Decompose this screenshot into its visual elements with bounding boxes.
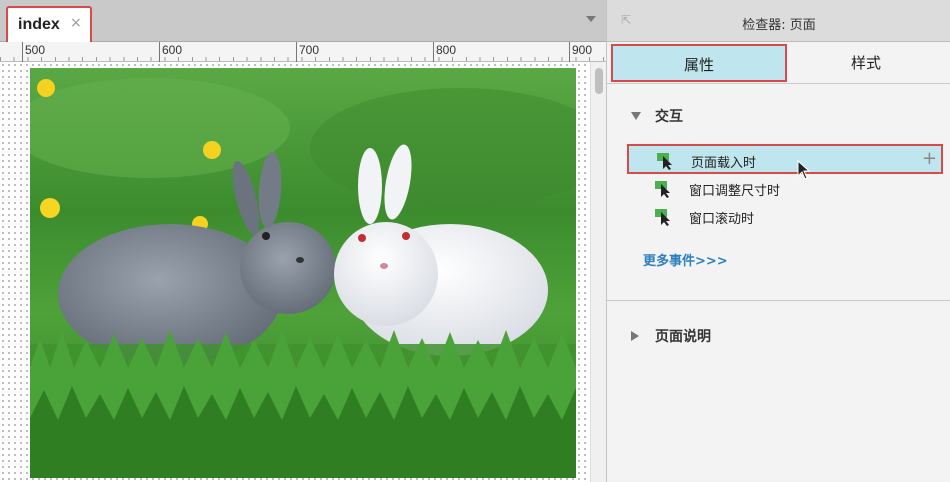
- tab-properties[interactable]: 属性: [611, 44, 787, 82]
- tab-style[interactable]: 样式: [791, 52, 941, 73]
- more-events-link[interactable]: 更多事件>>>: [643, 250, 728, 269]
- event-label: 页面载入时: [691, 156, 757, 171]
- event-item-window-resize[interactable]: 窗口调整尺寸时: [627, 174, 943, 204]
- inspector-title: 检查器: 页面: [742, 18, 816, 33]
- ruler-label: 800: [436, 43, 457, 57]
- add-event-icon[interactable]: +: [922, 148, 937, 169]
- expand-triangle-icon: [631, 112, 641, 120]
- event-label: 窗口调整尺寸时: [689, 184, 781, 199]
- tab-dropdown-icon[interactable]: [586, 16, 596, 22]
- section-divider: [607, 300, 950, 301]
- inspector-header: ⇱ 检查器: 页面: [607, 0, 950, 42]
- ruler-label: 600: [162, 43, 183, 57]
- tab-properties-label: 属性: [683, 56, 714, 74]
- event-cursor-icon: [655, 209, 670, 226]
- page-notes-section-header[interactable]: 页面说明: [631, 326, 711, 346]
- ruler-label: 500: [25, 43, 46, 57]
- interactions-section-header[interactable]: 交互: [631, 106, 683, 126]
- document-tab-index[interactable]: index ×: [6, 6, 92, 42]
- ruler-label: 900: [572, 43, 593, 57]
- page-notes-heading: 页面说明: [655, 329, 711, 345]
- collapse-triangle-icon: [631, 331, 639, 341]
- close-icon[interactable]: ×: [70, 15, 82, 31]
- ruler-label: 700: [299, 43, 320, 57]
- event-label: 窗口滚动时: [689, 212, 755, 227]
- document-tab-label: index: [18, 16, 60, 33]
- rabbits-illustration: [30, 68, 576, 478]
- editor-area: index × 500 600 700 800 900: [0, 0, 606, 482]
- event-item-page-load[interactable]: 页面载入时 +: [627, 144, 943, 174]
- vertical-scrollbar[interactable]: [590, 62, 606, 482]
- inspector-tabs: 属性 样式: [607, 42, 950, 84]
- event-cursor-icon: [655, 181, 670, 198]
- interactions-heading: 交互: [655, 109, 683, 125]
- event-cursor-icon: [657, 153, 672, 170]
- rabbits-image[interactable]: [30, 68, 576, 478]
- document-tab-bar: index ×: [0, 0, 606, 42]
- event-item-window-scroll[interactable]: 窗口滚动时: [627, 202, 943, 232]
- mouse-cursor-icon: [797, 160, 811, 180]
- horizontal-ruler: 500 600 700 800 900: [0, 42, 606, 62]
- scroll-thumb[interactable]: [595, 68, 603, 94]
- inspector-panel: ⇱ 检查器: 页面 属性 样式 交互 页面载入时 + 窗口调整尺寸时 窗口滚动时: [606, 0, 950, 482]
